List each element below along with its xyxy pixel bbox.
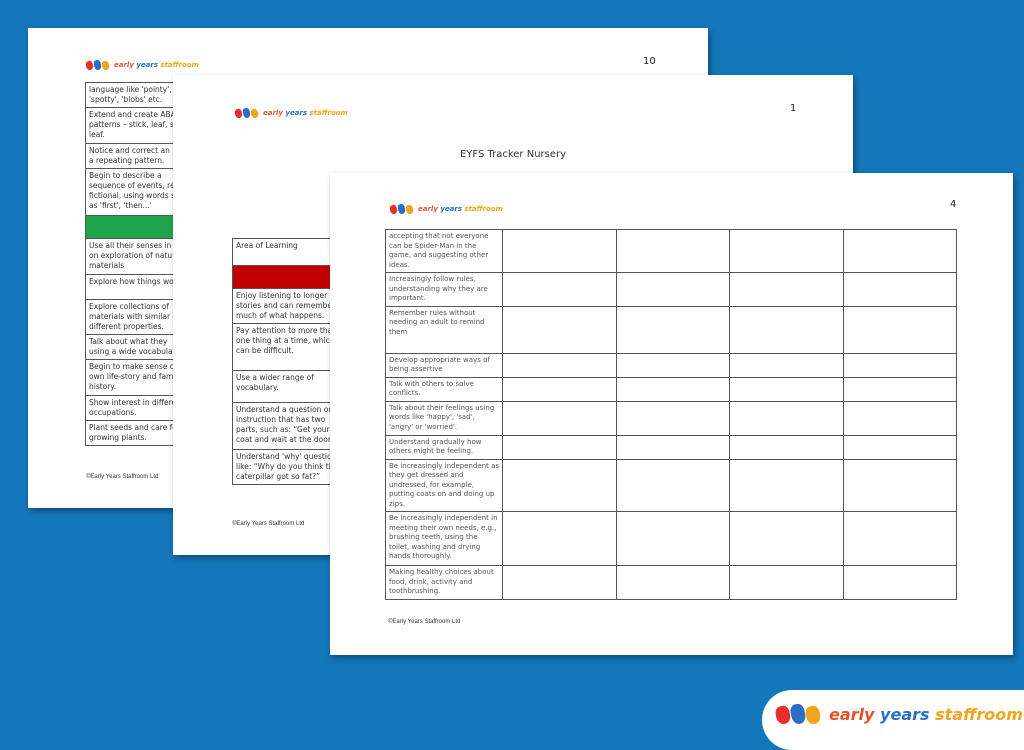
table-row: Area of Learning: [232, 238, 342, 266]
table-row: Understand 'why' questio like: “Why do y…: [232, 449, 342, 485]
table-row: Understand gradually how others might be…: [384, 434, 958, 460]
footer-copyright: ©Early Years Staffroom Ltd: [388, 619, 461, 625]
hands-logo-icon: [774, 702, 822, 726]
table-row: Making healthy choices about food, drink…: [384, 565, 958, 600]
document-page-4: early years staffroom 4 accepting that n…: [330, 173, 1013, 655]
table-row: Use all their senses in on exploration o…: [85, 238, 185, 275]
section-bar-red: [232, 265, 342, 289]
brand-logo: early years staffroom: [389, 203, 503, 215]
table-row: Show interest in differe occupations.: [85, 395, 185, 421]
table-row: Begin to describe a sequence of events, …: [85, 168, 185, 216]
tracker-table: accepting that not everyone can be Spide…: [384, 229, 958, 600]
learning-table: Area of Learning Enjoy listening to long…: [232, 238, 342, 485]
brand-badge: early years staffroom: [762, 690, 1024, 750]
learning-table: language like 'pointy', 'spotty', 'blobs…: [85, 82, 185, 446]
table-row: Remember rules without needing an adult …: [384, 305, 958, 354]
table-row: Understand a question or instruction tha…: [232, 402, 342, 450]
table-row: language like 'pointy', 'spotty', 'blobs…: [85, 82, 185, 108]
table-row: Develop appropriate ways of being assert…: [384, 352, 958, 378]
table-row: Talk about what they using a wide vocabu…: [85, 334, 185, 360]
table-row: Be increasingly independent in meeting t…: [384, 511, 958, 566]
table-row: Be increasingly independent as they get …: [384, 458, 958, 512]
table-row: Plant seeds and care fo growing plants.: [85, 420, 185, 446]
brand-logo: early years staffroom: [774, 702, 1023, 726]
table-row: Pay attention to more tha one thing at a…: [232, 323, 342, 371]
hands-logo-icon: [85, 59, 110, 71]
table-row: Use a wider range of vocabulary.: [232, 370, 342, 403]
hands-logo-icon: [389, 203, 414, 215]
table-row: accepting that not everyone can be Spide…: [384, 229, 958, 273]
footer-copyright: ©Early Years Staffroom Ltd: [232, 521, 305, 527]
brand-logo: early years staffroom: [85, 59, 199, 71]
table-row: Notice and correct an in a repeating pat…: [85, 143, 185, 169]
table-row: Talk about their feelings using words li…: [384, 400, 958, 436]
table-row: Explore collections of materials with si…: [85, 299, 185, 335]
table-row: Extend and create ABA patterns – stick, …: [85, 107, 185, 144]
page-number: 1: [790, 103, 797, 114]
page-number: 10: [643, 56, 656, 67]
document-title: EYFS Tracker Nursery: [459, 149, 567, 160]
table-row: Enjoy listening to longer stories and ca…: [232, 288, 342, 324]
page-number: 4: [950, 199, 957, 210]
table-row: Explore how things wo: [85, 274, 185, 300]
table-row: Increasingly follow rules, understanding…: [384, 272, 958, 307]
footer-copyright: ©Early Years Staffroom Ltd: [86, 474, 159, 480]
table-row: Talk with others to solve conflicts.: [384, 376, 958, 402]
brand-logo: early years staffroom: [234, 107, 348, 119]
table-row: Begin to make sense o own life-story and…: [85, 359, 185, 396]
hands-logo-icon: [234, 107, 259, 119]
section-bar-green: [85, 215, 185, 239]
